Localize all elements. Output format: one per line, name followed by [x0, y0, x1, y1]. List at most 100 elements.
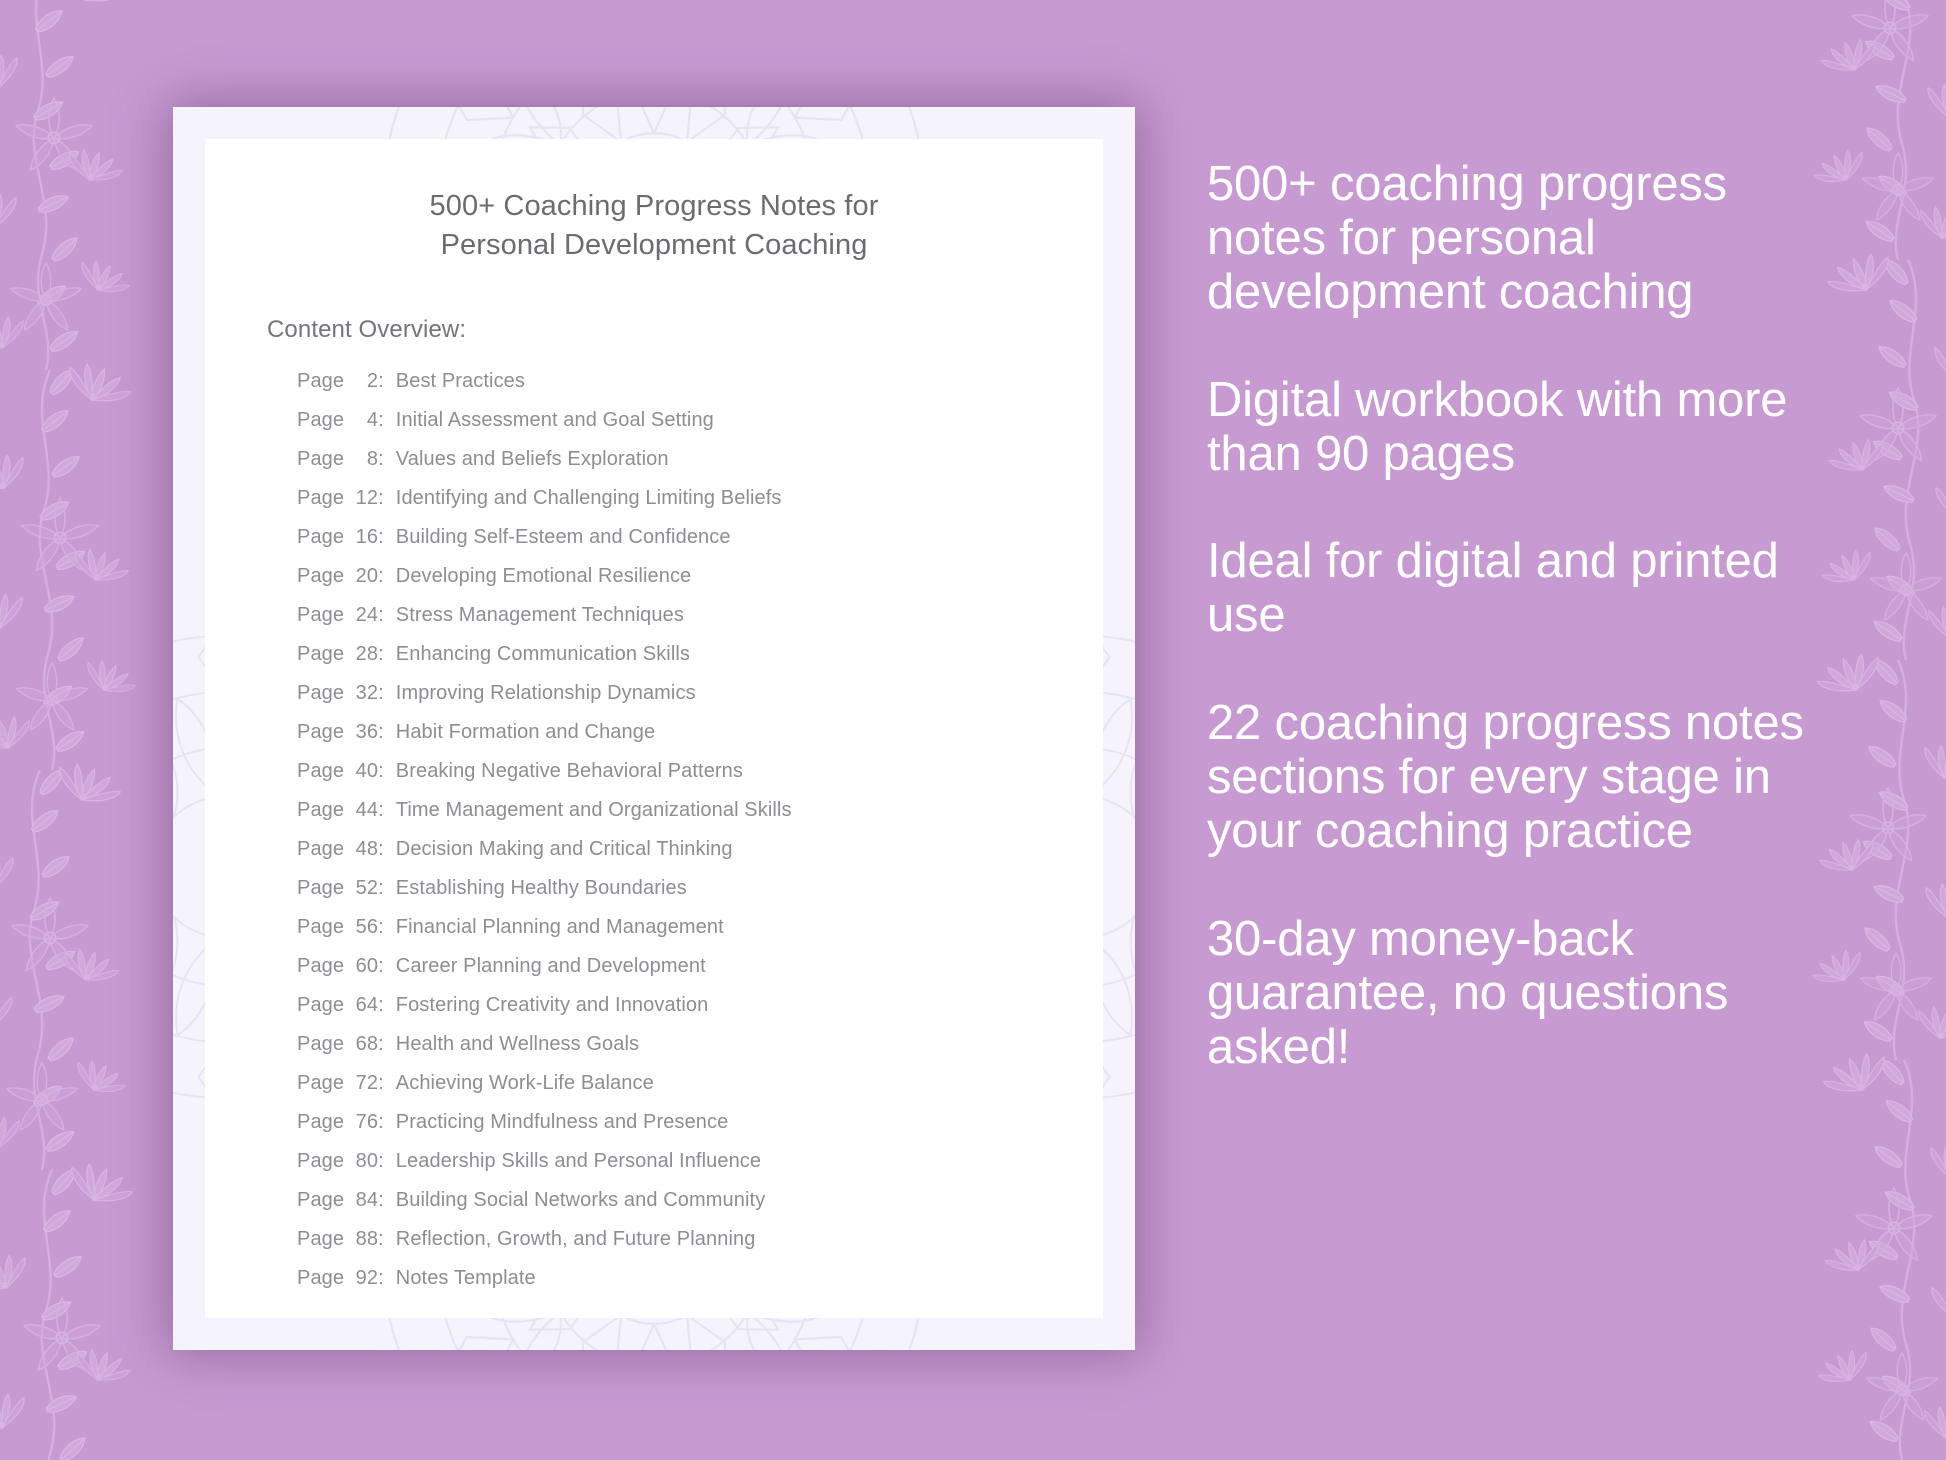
- list-item: Page 44: Time Management and Organizationa…: [297, 791, 1103, 830]
- toc-entry-title: Improving Relationship Dynamics: [395, 682, 696, 705]
- toc-page-number: 12: [355, 487, 379, 510]
- list-item: Page 52: Establishing Healthy Boundaries: [297, 869, 1103, 908]
- marketing-paragraph: 22 coaching progress notes sections for …: [1207, 696, 1804, 859]
- toc-entry-title: Notes Template: [395, 1267, 536, 1290]
- toc-entry-title: Decision Making and Critical Thinking: [395, 838, 733, 861]
- toc-page-number: 48: [355, 838, 379, 861]
- toc-page-label: Page: [297, 721, 345, 744]
- list-item: Page 2: Best Practices: [297, 362, 1103, 401]
- list-item: Page 76: Practicing Mindfulness and Presen…: [297, 1103, 1103, 1142]
- list-item: Page 36: Habit Formation and Change: [297, 713, 1103, 752]
- toc-entry-title: Breaking Negative Behavioral Patterns: [395, 760, 744, 783]
- toc-page-label: Page: [297, 565, 345, 588]
- toc-page-number: 24: [355, 604, 379, 627]
- toc-colon: :: [378, 760, 384, 783]
- toc-page-number: 52: [355, 877, 379, 900]
- toc-page-number: 2: [366, 370, 379, 393]
- toc-page-number: 88: [355, 1228, 379, 1251]
- marketing-paragraph: 500+ coaching progress notes for persona…: [1207, 157, 1727, 319]
- toc-entry-title: Practicing Mindfulness and Presence: [395, 1111, 729, 1134]
- marketing-copy: 500+ coaching progress notes for persona…: [1207, 157, 1832, 1075]
- list-item: Page 88: Reflection, Growth, and Future Pl…: [297, 1220, 1103, 1259]
- toc-colon: :: [378, 877, 384, 900]
- list-item: Page 80: Leadership Skills and Personal In…: [297, 1142, 1103, 1181]
- toc-entry-title: Initial Assessment and Goal Setting: [395, 409, 714, 432]
- toc-entry-title: Time Management and Organizational Skill…: [395, 799, 792, 822]
- toc-colon: :: [378, 955, 384, 978]
- toc-page-label: Page: [297, 955, 345, 978]
- toc-page-number: 92: [355, 1267, 379, 1290]
- list-item: Page 56: Financial Planning and Management: [297, 908, 1103, 947]
- toc-entry-title: Financial Planning and Management: [395, 916, 724, 939]
- toc-page-number: 40: [355, 760, 379, 783]
- list-item: Page 72: Achieving Work-Life Balance: [297, 1064, 1103, 1103]
- toc-entry-title: Reflection, Growth, and Future Planning: [395, 1228, 756, 1251]
- toc-page-number: 32: [355, 682, 379, 705]
- toc-colon: :: [378, 409, 384, 432]
- toc-entry-title: Building Social Networks and Community: [395, 1189, 766, 1212]
- toc-colon: :: [378, 1189, 384, 1212]
- document-page: 500+ Coaching Progress Notes for Persona…: [205, 139, 1103, 1318]
- toc-colon: :: [378, 1111, 384, 1134]
- toc-colon: :: [378, 916, 384, 939]
- toc-entry-title: Identifying and Challenging Limiting Bel…: [395, 487, 782, 510]
- toc-entry-title: Values and Beliefs Exploration: [395, 448, 669, 471]
- list-item: Page 12: Identifying and Challenging Limit…: [297, 479, 1103, 518]
- list-item: Page 92: Notes Template: [297, 1259, 1103, 1298]
- toc-entry-title: Best Practices: [395, 370, 526, 393]
- toc-colon: :: [378, 526, 384, 549]
- toc-entry-title: Fostering Creativity and Innovation: [395, 994, 709, 1017]
- toc-colon: :: [378, 565, 384, 588]
- toc-colon: :: [378, 448, 384, 471]
- toc-page-label: Page: [297, 994, 345, 1017]
- toc-page-label: Page: [297, 760, 345, 783]
- list-item: Page 40: Breaking Negative Behavioral Patt…: [297, 752, 1103, 791]
- list-item: Page 16: Building Self-Esteem and Confiden…: [297, 518, 1103, 557]
- toc-colon: :: [378, 721, 384, 744]
- toc-page-label: Page: [297, 1267, 345, 1290]
- toc-page-label: Page: [297, 799, 345, 822]
- toc-entry-title: Building Self-Esteem and Confidence: [395, 526, 731, 549]
- toc-page-number: 20: [355, 565, 379, 588]
- list-item: Page 84: Building Social Networks and Comm…: [297, 1181, 1103, 1220]
- toc-entry-title: Health and Wellness Goals: [395, 1033, 640, 1056]
- toc-page-label: Page: [297, 604, 345, 627]
- toc-page-number: 44: [355, 799, 379, 822]
- toc-page-number: 68: [355, 1033, 379, 1056]
- toc-colon: :: [378, 370, 384, 393]
- toc-page-number: 36: [355, 721, 379, 744]
- toc-page-number: 64: [355, 994, 379, 1017]
- toc-page-number: 56: [355, 916, 379, 939]
- toc-entry-title: Stress Management Techniques: [395, 604, 684, 627]
- toc-page-number: 84: [355, 1189, 379, 1212]
- toc-page-number: 60: [355, 955, 379, 978]
- list-item: Page 24: Stress Management Techniques: [297, 596, 1103, 635]
- toc-colon: :: [378, 799, 384, 822]
- toc-page-number: 8: [366, 448, 379, 471]
- toc-entry-title: Developing Emotional Resilience: [395, 565, 692, 588]
- toc-page-label: Page: [297, 838, 345, 861]
- toc-entry-title: Career Planning and Development: [395, 955, 706, 978]
- toc-entry-title: Establishing Healthy Boundaries: [395, 877, 687, 900]
- list-item: Page 68: Health and Wellness Goals: [297, 1025, 1103, 1064]
- table-of-contents: Page 2: Best Practices Page 4: Initial Assess…: [297, 362, 1103, 1298]
- toc-entry-title: Habit Formation and Change: [395, 721, 656, 744]
- toc-page-number: 72: [355, 1072, 379, 1095]
- page-title: 500+ Coaching Progress Notes for Persona…: [429, 190, 879, 261]
- toc-page-number: 4: [366, 409, 379, 432]
- toc-page-label: Page: [297, 916, 345, 939]
- document-mat: 500+ Coaching Progress Notes for Persona…: [173, 107, 1135, 1350]
- toc-page-label: Page: [297, 682, 345, 705]
- toc-page-number: 28: [355, 643, 379, 666]
- toc-page-label: Page: [297, 877, 345, 900]
- toc-page-label: Page: [297, 1150, 345, 1173]
- toc-page-label: Page: [297, 487, 345, 510]
- toc-colon: :: [378, 487, 384, 510]
- list-item: Page 28: Enhancing Communication Skills: [297, 635, 1103, 674]
- toc-colon: :: [378, 682, 384, 705]
- list-item: Page 48: Decision Making and Critical Thin…: [297, 830, 1103, 869]
- list-item: Page 60: Career Planning and Development: [297, 947, 1103, 986]
- toc-page-number: 76: [355, 1111, 379, 1134]
- toc-entry-title: Enhancing Communication Skills: [395, 643, 691, 666]
- toc-page-label: Page: [297, 409, 345, 432]
